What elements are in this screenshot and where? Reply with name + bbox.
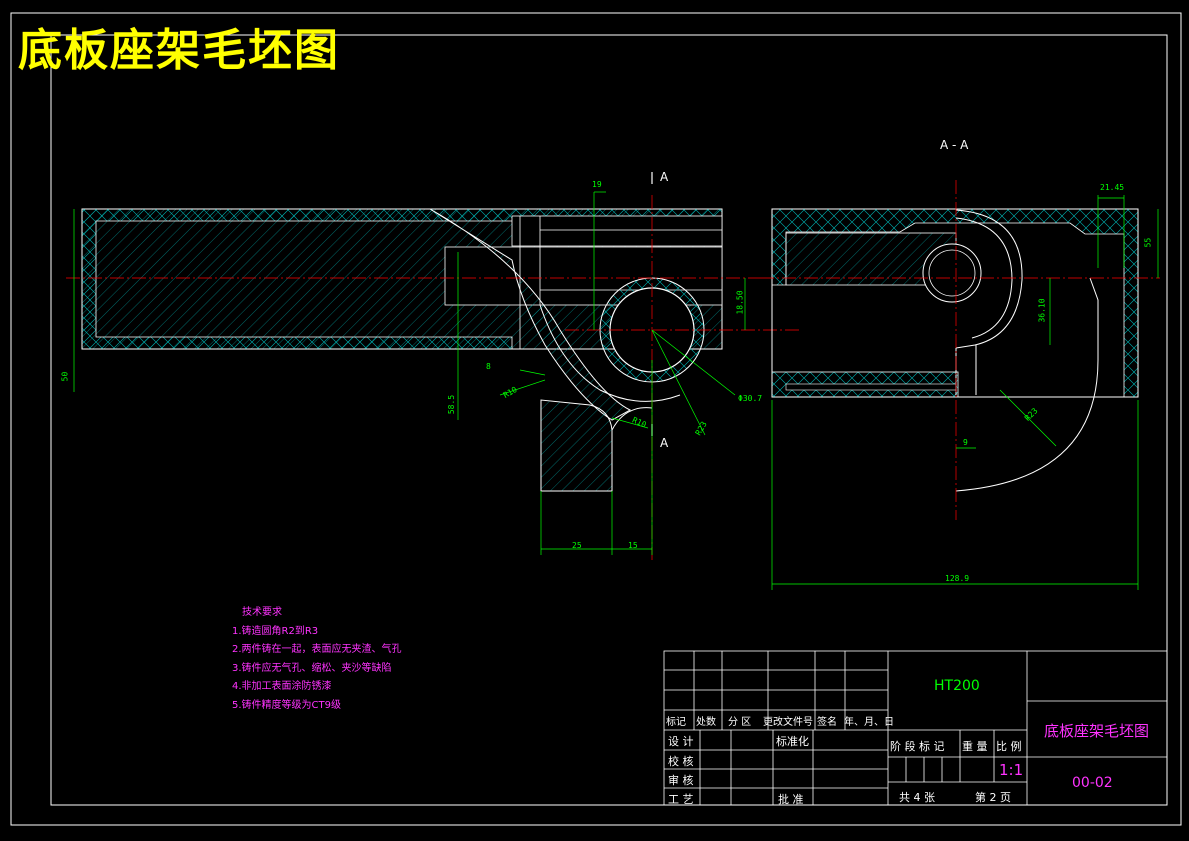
drawing-canvas: 底板座架毛坯图 A - A A A 19 21.45 55 18.50 36.1…	[0, 0, 1189, 841]
review-label: 审 核	[668, 774, 694, 787]
rev-header-zone: 分 区	[728, 717, 752, 728]
dim-128-9: 128.9	[945, 574, 970, 583]
dim-25: 25	[572, 541, 582, 550]
dim-36-10: 36.10	[1037, 298, 1047, 323]
dim-19: 19	[592, 180, 602, 189]
weight-label: 重 量	[962, 740, 988, 753]
total-sheets: 共 4 张	[899, 791, 935, 804]
standardize-label: 标准化	[776, 735, 809, 748]
technical-requirements: 技术要求 1.铸造圆角R2到R3 2.两件铸在一起，表面应无夹渣、气孔 3.铸件…	[232, 604, 402, 715]
tech-heading: 技术要求	[242, 607, 282, 618]
section-label: A - A	[940, 138, 969, 152]
material: HT200	[934, 678, 980, 694]
main-view	[66, 172, 800, 560]
tech-item: 2.两件铸在一起，表面应无夹渣、气孔	[232, 644, 402, 655]
tech-item: 5.铸件精度等级为CT9级	[232, 699, 341, 711]
section-view	[760, 180, 1160, 520]
cad-drawing	[10, 12, 1182, 826]
design-label: 设 计	[668, 735, 694, 748]
rev-header-date: 年、月、日	[844, 717, 894, 728]
rev-header-mark: 标记	[666, 717, 686, 728]
dim-phi30-7: Φ30.7	[738, 394, 763, 403]
dim-58-5: 58.5	[447, 394, 457, 415]
dim-21-45: 21.45	[1100, 183, 1125, 192]
dim-18-50: 18.50	[735, 290, 745, 315]
cut-marker-bottom: A	[660, 436, 669, 450]
dim-8: 8	[486, 362, 491, 371]
sheet-number: 第 2 页	[975, 791, 1011, 804]
part-name: 底板座架毛坯图	[1044, 722, 1150, 740]
tech-item: 1.铸造圆角R2到R3	[232, 625, 319, 637]
stage-label: 阶 段 标 记	[890, 740, 945, 753]
scale-value: 1:1	[999, 761, 1024, 779]
scale-label: 比 例	[996, 740, 1022, 753]
dim-55: 55	[1143, 237, 1153, 248]
dim-50: 50	[60, 371, 70, 382]
drawing-title: 底板座架毛坯图	[18, 25, 340, 76]
tech-item: 3.铸件应无气孔、缩松、夹沙等缺陷	[232, 662, 392, 674]
dim-9: 9	[963, 438, 968, 447]
rev-header-count: 处数	[696, 717, 716, 728]
rev-header-sign: 签名	[817, 717, 837, 728]
rev-header-doc: 更改文件号	[763, 717, 813, 728]
check-label: 校 核	[668, 755, 694, 768]
tech-item: 4.非加工表面涂防锈漆	[232, 681, 332, 692]
process-label: 工 艺	[668, 793, 694, 806]
drawing-number: 00-02	[1072, 775, 1113, 791]
approve-label: 批 准	[778, 793, 804, 806]
dim-15: 15	[628, 541, 638, 550]
cut-marker-top: A	[660, 170, 669, 184]
